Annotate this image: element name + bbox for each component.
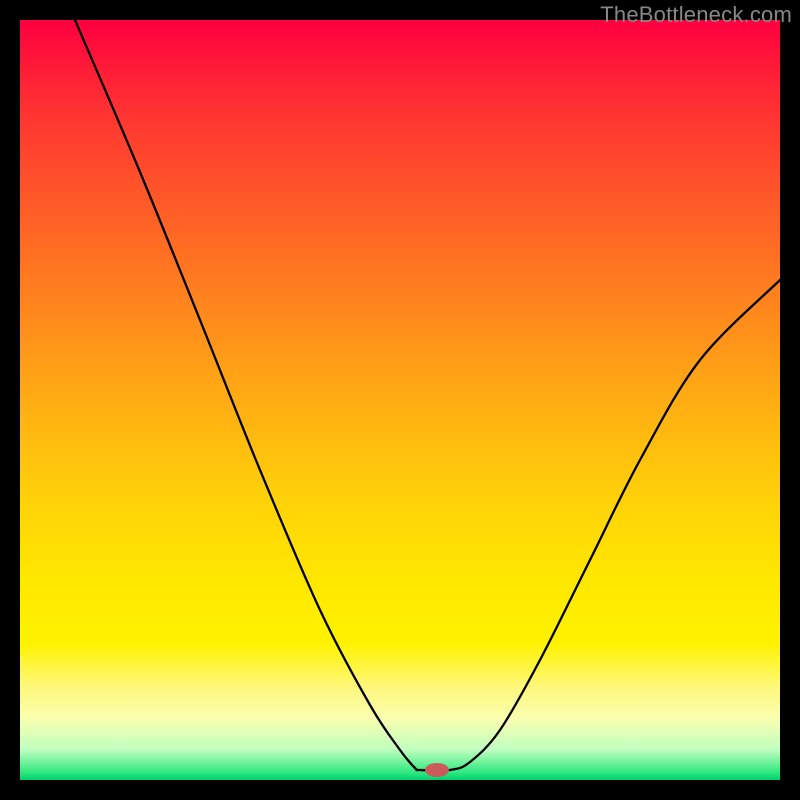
curve-layer	[20, 20, 780, 780]
plot-area	[20, 20, 780, 780]
watermark-text: TheBottleneck.com	[600, 2, 792, 28]
bottleneck-curve	[75, 20, 780, 771]
minimum-marker	[425, 763, 449, 777]
chart-frame: TheBottleneck.com	[0, 0, 800, 800]
